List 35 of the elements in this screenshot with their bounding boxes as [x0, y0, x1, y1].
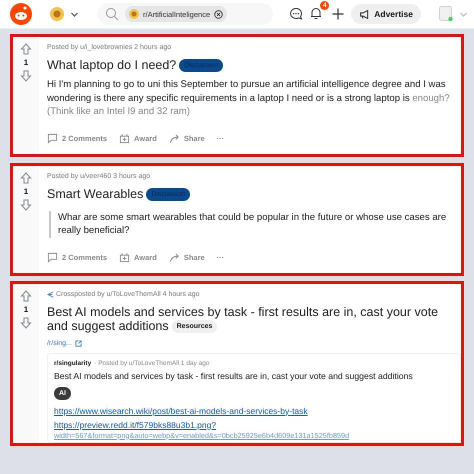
- post-body: Whar are some smart wearables that could be popular in the future or whose use cases are really beneficial?: [49, 211, 455, 238]
- search-icon: [105, 7, 119, 21]
- bell-icon[interactable]: [309, 6, 324, 20]
- upvote-icon[interactable]: [20, 43, 32, 55]
- link[interactable]: https://preview.redd.it/f579bks88u3b1.png?: [54, 420, 454, 430]
- downvote-icon[interactable]: [20, 198, 32, 211]
- upvote-icon[interactable]: [20, 172, 32, 184]
- community-icon: [129, 9, 139, 19]
- share-icon: [168, 132, 180, 144]
- vote-count: 1: [24, 58, 28, 67]
- vote-count: 1: [24, 186, 28, 196]
- downvote-icon[interactable]: [20, 316, 32, 329]
- external-link-icon[interactable]: [74, 340, 82, 347]
- chat-icon[interactable]: [289, 7, 304, 21]
- upvote-icon[interactable]: [20, 290, 32, 302]
- advertise-button[interactable]: Advertise: [351, 4, 421, 24]
- link[interactable]: https://www.wisearch.wiki/post/best-ai-models-and-services-by-task: [54, 406, 454, 416]
- avatar-icon[interactable]: [439, 6, 453, 22]
- speech-bubble-icon: [47, 252, 58, 263]
- share-icon: [168, 252, 180, 263]
- embedded-post[interactable]: [47, 352, 461, 443]
- megaphone-icon: [359, 8, 370, 20]
- post-body: Hi I'm planning to go to uni this September to pursue an artificial intelligence degree and I was wondering is there any specific requirements in a laptop I need or is a strong laptop is enough? (Think like an Intel I9 and 32 ram): [47, 78, 451, 119]
- reddit-logo-icon[interactable]: [10, 3, 32, 25]
- vote-count: 1: [24, 304, 28, 314]
- crosspost-icon: [47, 290, 54, 298]
- gift-icon: [119, 252, 130, 263]
- post-title[interactable]: Best AI models and services by task - first results are in, cast your vote and suggest additions: [54, 370, 454, 381]
- speech-bubble-icon: [47, 132, 58, 144]
- community-icon[interactable]: [50, 7, 64, 21]
- caret-icon[interactable]: [70, 10, 79, 18]
- plus-icon[interactable]: [331, 7, 346, 21]
- gift-icon: [119, 132, 130, 144]
- close-icon[interactable]: [214, 10, 224, 18]
- downvote-icon[interactable]: [20, 70, 32, 82]
